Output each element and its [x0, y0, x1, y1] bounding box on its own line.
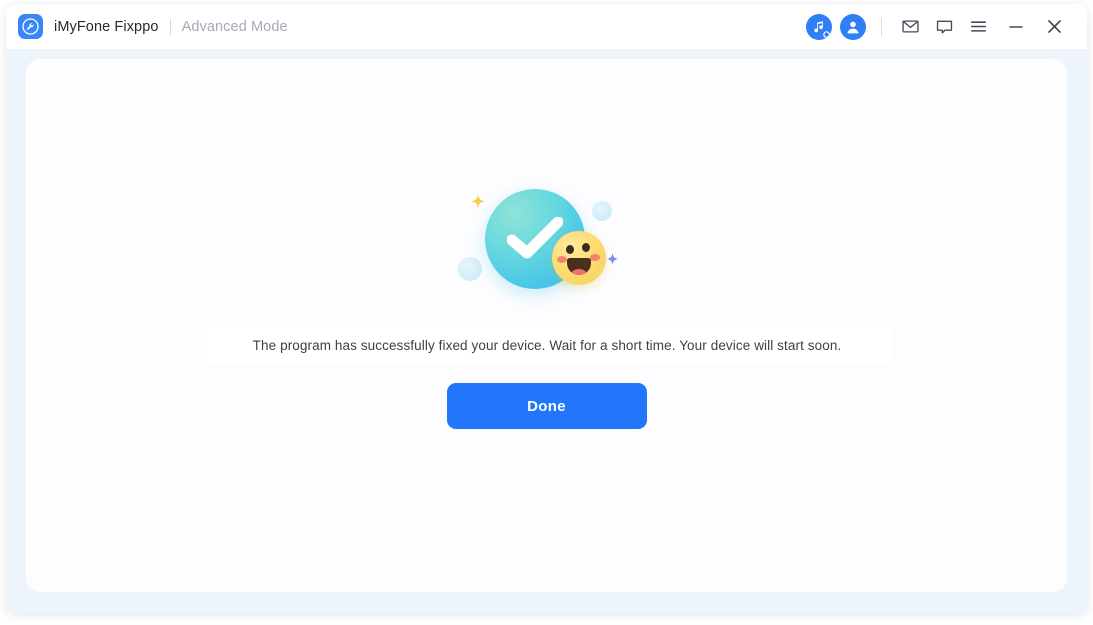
success-check-illustration: [452, 179, 642, 309]
minimize-button[interactable]: [999, 10, 1033, 44]
minimize-icon: [1009, 25, 1023, 28]
feedback-button[interactable]: [927, 10, 961, 44]
status-message-band: The program has successfully fixed your …: [202, 326, 892, 364]
application-window: iMyFone Fixppo Advanced Mode The program…: [6, 4, 1087, 613]
user-account-button[interactable]: [836, 10, 870, 44]
title-bar: iMyFone Fixppo Advanced Mode: [6, 4, 1087, 49]
mail-icon: [901, 20, 919, 33]
titlebar-divider: [881, 17, 882, 36]
content-card: The program has successfully fixed your …: [26, 59, 1067, 592]
smiley-face-icon: [551, 231, 606, 285]
music-search-icon: [806, 13, 832, 40]
decorative-bubble-top: [591, 201, 612, 221]
eye-left: [565, 245, 574, 254]
menu-button[interactable]: [961, 10, 995, 44]
sparkle-yellow-icon: [470, 194, 485, 209]
close-button[interactable]: [1037, 10, 1071, 44]
app-name-label: iMyFone Fixppo: [54, 18, 159, 35]
smiling-mouth: [566, 258, 591, 275]
title-separator: [169, 18, 171, 35]
music-search-button[interactable]: [802, 10, 836, 44]
user-account-icon: [840, 13, 866, 40]
menu-icon: [970, 21, 986, 32]
title-bar-left: iMyFone Fixppo Advanced Mode: [18, 4, 288, 49]
status-message: The program has successfully fixed your …: [252, 337, 842, 353]
title-bar-right: [802, 4, 1071, 49]
tongue: [570, 269, 587, 275]
mode-label: Advanced Mode: [181, 18, 288, 35]
feedback-icon: [936, 20, 952, 34]
mail-button[interactable]: [893, 10, 927, 44]
blush-left: [556, 256, 567, 263]
blush-right: [589, 254, 600, 261]
wrench-app-icon: [18, 14, 43, 39]
decorative-bubble-left: [457, 257, 482, 281]
sparkle-blue-icon: [606, 253, 618, 265]
eye-right: [581, 243, 590, 252]
close-icon: [1047, 20, 1061, 33]
done-button[interactable]: Done: [446, 383, 647, 429]
